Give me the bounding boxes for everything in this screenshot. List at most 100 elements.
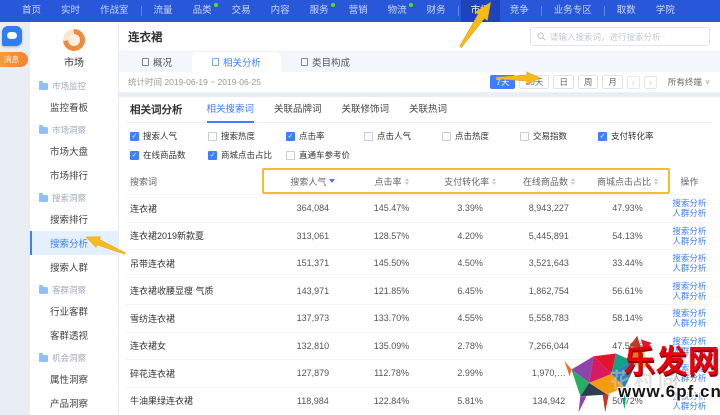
- checkbox-checked-icon[interactable]: ✓: [130, 132, 139, 141]
- metric-checkbox-click-popularity[interactable]: 点击人气: [364, 130, 442, 142]
- checkbox-unchecked-icon[interactable]: [286, 151, 295, 160]
- tab-related-analysis[interactable]: 相关分析: [192, 52, 281, 72]
- metric-cell-click-rate: 145.47%: [352, 203, 431, 213]
- sidebar-group-market-insight: 市场洞察: [30, 119, 118, 139]
- action-link-search-analysis[interactable]: 搜索分析: [672, 391, 706, 401]
- metric-checkbox-trade-index[interactable]: 交易指数: [520, 130, 598, 142]
- metric-checkbox-search-heat[interactable]: 搜索热度: [208, 130, 286, 142]
- sidebar-item-market-overview[interactable]: 市场大盘: [30, 139, 118, 163]
- sidebar-item-attribute-insight[interactable]: 属性洞察: [30, 367, 118, 391]
- metric-cell-online-items: 1,862,754: [510, 286, 589, 296]
- sidebar-item-monitor-board[interactable]: 监控看板: [30, 95, 118, 119]
- chat-messenger-icon[interactable]: [2, 26, 22, 46]
- nav-item-home[interactable]: 首页: [12, 0, 51, 22]
- nav-item-data-fetch[interactable]: 取数: [607, 0, 646, 22]
- action-link-crowd-analysis[interactable]: 人群分析: [672, 373, 706, 383]
- metric-checkbox-click-rate[interactable]: ✓点击率: [286, 130, 364, 142]
- metric-checkbox-online-items[interactable]: ✓在线商品数: [130, 149, 208, 161]
- nav-item-realtime[interactable]: 实时: [51, 0, 90, 22]
- metric-cell-search-popularity: 151,371: [274, 258, 353, 268]
- date-btn-day[interactable]: 日: [553, 75, 574, 89]
- sidebar-item-crowd-perspective[interactable]: 客群透视: [30, 323, 118, 347]
- metric-cell-click-rate: 112.78%: [352, 368, 431, 378]
- checkbox-unchecked-icon[interactable]: [520, 132, 529, 141]
- action-link-search-analysis[interactable]: 搜索分析: [672, 226, 706, 236]
- nav-item-category[interactable]: 品类: [183, 0, 222, 22]
- action-link-crowd-analysis[interactable]: 人群分析: [672, 401, 706, 411]
- date-btn-month[interactable]: 月: [602, 75, 623, 89]
- word-tab-related-search-words[interactable]: 相关搜索词: [207, 97, 255, 123]
- checkbox-unchecked-icon[interactable]: [442, 132, 451, 141]
- date-btn-7d[interactable]: 7天: [490, 75, 515, 89]
- prev-period-button[interactable]: ‹: [627, 76, 640, 89]
- sidebar-item-search-ranking[interactable]: 搜索排行: [30, 207, 118, 231]
- metric-checkbox-search-popularity[interactable]: ✓搜索人气: [130, 130, 208, 142]
- action-link-crowd-analysis[interactable]: 人群分析: [672, 236, 706, 246]
- filters-row-2: ✓在线商品数✓商城点击占比直通车参考价: [130, 149, 712, 161]
- column-header-search-popularity[interactable]: 搜索人气: [274, 175, 353, 188]
- metric-checkbox-mall-click-share[interactable]: ✓商城点击占比: [208, 149, 286, 161]
- nav-item-marketing[interactable]: 营销: [339, 0, 378, 22]
- nav-item-war-room[interactable]: 作战室: [90, 0, 139, 22]
- metric-cell-click-rate: 135.09%: [352, 341, 431, 351]
- sidebar-item-search-analysis[interactable]: 搜索分析: [30, 231, 118, 255]
- action-link-crowd-analysis[interactable]: 人群分析: [672, 291, 706, 301]
- action-link-search-analysis[interactable]: 搜索分析: [672, 336, 706, 346]
- date-btn-week[interactable]: 周: [578, 75, 599, 89]
- metric-checkbox-ztc-ref-price[interactable]: 直通车参考价: [286, 149, 364, 161]
- sidebar-item-industry-crowd[interactable]: 行业客群: [30, 299, 118, 323]
- column-header-pay-conversion[interactable]: 支付转化率: [431, 175, 510, 188]
- terminal-dropdown[interactable]: 所有终端 ∨: [668, 76, 710, 88]
- metric-cell-click-rate: 133.70%: [352, 313, 431, 323]
- tab-overview[interactable]: 概况: [122, 52, 192, 72]
- column-header-online-items[interactable]: 在线商品数: [510, 175, 589, 188]
- action-link-search-analysis[interactable]: 搜索分析: [672, 198, 706, 208]
- action-link-search-analysis[interactable]: 搜索分析: [672, 253, 706, 263]
- metric-checkbox-click-heat[interactable]: 点击热度: [442, 130, 520, 142]
- sidebar-item-market-ranking[interactable]: 市场排行: [30, 163, 118, 187]
- action-link-crowd-analysis[interactable]: 人群分析: [672, 263, 706, 273]
- action-link-crowd-analysis[interactable]: 人群分析: [672, 346, 706, 356]
- search-input[interactable]: [550, 32, 703, 42]
- metric-checkbox-pay-conversion[interactable]: ✓支付转化率: [598, 130, 676, 142]
- message-badge[interactable]: 消息: [0, 52, 28, 67]
- column-header-mall-click-share[interactable]: 商城点击占比: [588, 175, 667, 188]
- nav-item-market[interactable]: 市场: [461, 0, 500, 22]
- nav-separator: [541, 6, 542, 16]
- checkbox-checked-icon[interactable]: ✓: [598, 132, 607, 141]
- checkbox-checked-icon[interactable]: ✓: [286, 132, 295, 141]
- word-tab-related-modifier-words[interactable]: 关联修饰词: [342, 97, 390, 123]
- sidebar-item-product-insight[interactable]: 产品洞察: [30, 391, 118, 415]
- checkbox-checked-icon[interactable]: ✓: [130, 151, 139, 160]
- action-link-crowd-analysis[interactable]: 人群分析: [672, 208, 706, 218]
- column-header-click-rate[interactable]: 点击率: [352, 175, 431, 188]
- nav-item-finance[interactable]: 财务: [417, 0, 456, 22]
- nav-item-academy[interactable]: 学院: [646, 0, 685, 22]
- checkbox-unchecked-icon[interactable]: [208, 132, 217, 141]
- tab-label: 类目构成: [312, 55, 350, 69]
- nav-item-traffic[interactable]: 流量: [144, 0, 183, 22]
- sidebar-item-search-crowd[interactable]: 搜索人群: [30, 255, 118, 279]
- checkbox-unchecked-icon[interactable]: [364, 132, 373, 141]
- action-link-search-analysis[interactable]: 搜索分析: [672, 308, 706, 318]
- keyword-search-box[interactable]: [530, 27, 710, 46]
- word-tab-related-brand-words[interactable]: 关联品牌词: [274, 97, 322, 123]
- nav-item-logistics[interactable]: 物流: [378, 0, 417, 22]
- action-link-search-analysis[interactable]: 搜索分析: [672, 363, 706, 373]
- nav-separator: [141, 6, 142, 16]
- word-tab-related-hot-words[interactable]: 关联热词: [409, 97, 447, 123]
- new-badge-dot: [409, 3, 413, 7]
- sort-down-arrow: [654, 182, 658, 185]
- action-link-search-analysis[interactable]: 搜索分析: [672, 281, 706, 291]
- nav-item-content[interactable]: 内容: [261, 0, 300, 22]
- filters-row-1: ✓搜索人气搜索热度✓点击率点击人气点击热度交易指数✓支付转化率: [130, 130, 712, 142]
- date-btn-30d[interactable]: 30天: [519, 75, 549, 89]
- checkbox-checked-icon[interactable]: ✓: [208, 151, 217, 160]
- nav-item-service[interactable]: 服务: [300, 0, 339, 22]
- action-link-crowd-analysis[interactable]: 人群分析: [672, 318, 706, 328]
- next-period-button[interactable]: ›: [644, 76, 657, 89]
- nav-item-trade[interactable]: 交易: [222, 0, 261, 22]
- nav-item-business-zone[interactable]: 业务专区: [544, 0, 602, 22]
- tab-category-composition[interactable]: 类目构成: [281, 52, 370, 72]
- nav-item-competition[interactable]: 竞争: [500, 0, 539, 22]
